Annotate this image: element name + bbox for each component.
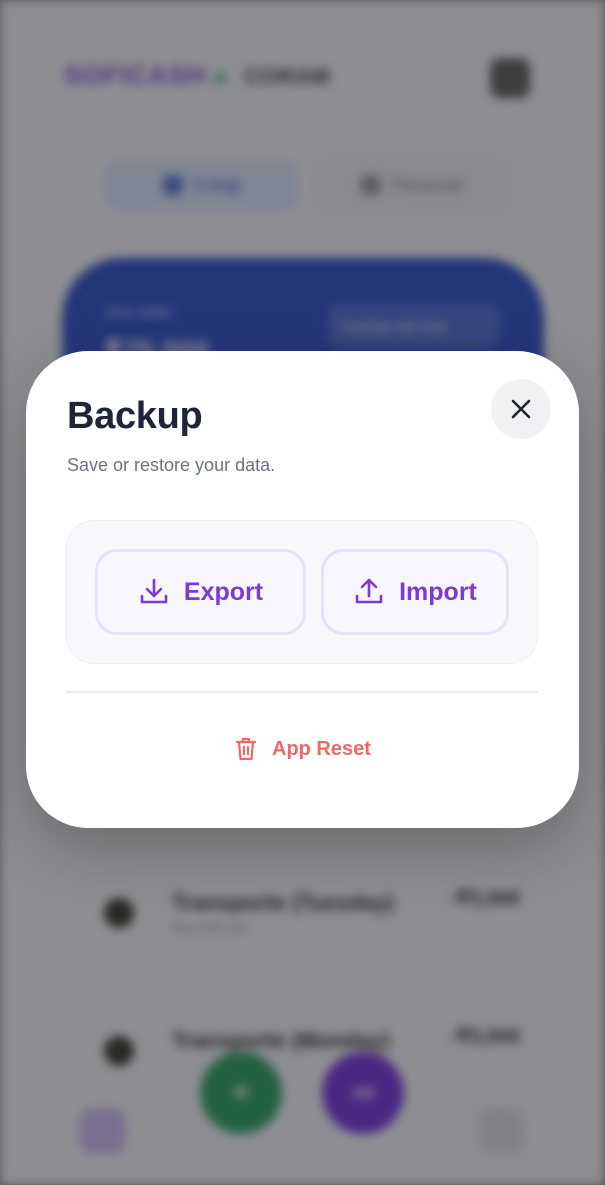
trash-icon [235,737,257,761]
modal-subtitle: Save or restore your data. [67,455,276,475]
export-button[interactable]: Export [95,549,306,635]
app-reset-label: App Reset [272,737,371,760]
download-icon [140,578,168,604]
export-label: Export [183,577,264,606]
backup-actions-panel: Export Import [66,520,538,664]
close-button[interactable] [491,379,551,439]
app-reset-button[interactable]: App Reset [234,736,371,762]
backup-modal: Backup Save or restore your data. Export… [26,351,579,828]
divider [66,691,538,693]
import-label: Import [399,577,477,606]
upload-icon [355,578,383,604]
import-button[interactable]: Import [321,549,509,635]
modal-title: Backup [67,395,203,437]
close-icon [511,399,531,419]
